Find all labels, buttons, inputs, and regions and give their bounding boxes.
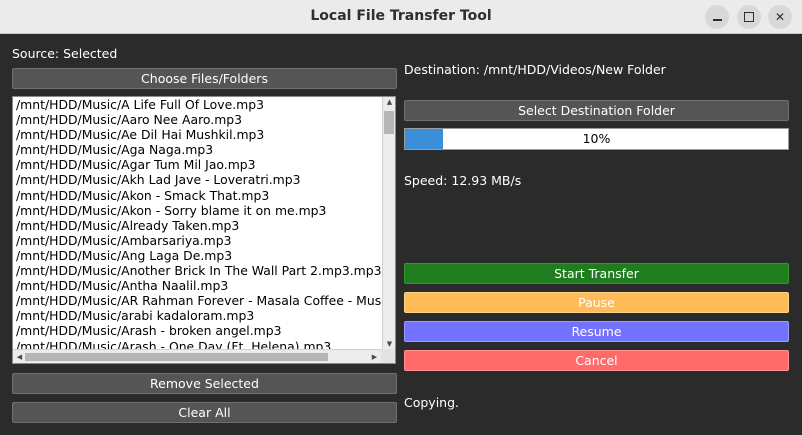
minimize-icon[interactable] bbox=[705, 5, 729, 29]
title-bar: Local File Transfer Tool ✕ bbox=[0, 0, 802, 34]
destination-label: Destination: /mnt/HDD/Videos/New Folder bbox=[404, 62, 666, 77]
close-icon[interactable]: ✕ bbox=[768, 5, 792, 29]
list-item[interactable]: /mnt/HDD/Music/AR Rahman Forever - Masal… bbox=[16, 293, 382, 308]
cancel-button[interactable]: Cancel bbox=[404, 350, 789, 371]
list-item[interactable]: /mnt/HDD/Music/Agar Tum Mil Jao.mp3 bbox=[16, 157, 382, 172]
list-item[interactable]: /mnt/HDD/Music/Already Taken.mp3 bbox=[16, 218, 382, 233]
list-item[interactable]: /mnt/HDD/Music/arabi kadaloram.mp3 bbox=[16, 308, 382, 323]
list-item[interactable]: /mnt/HDD/Music/Akon - Sorry blame it on … bbox=[16, 203, 382, 218]
vertical-scroll-thumb[interactable] bbox=[384, 111, 394, 134]
list-item[interactable]: /mnt/HDD/Music/A Life Full Of Love.mp3 bbox=[16, 97, 382, 112]
source-file-list[interactable]: /mnt/HDD/Music/A Life Full Of Love.mp3/m… bbox=[12, 96, 396, 364]
list-item[interactable]: /mnt/HDD/Music/Akh Lad Jave - Loveratri.… bbox=[16, 172, 382, 187]
list-item[interactable]: /mnt/HDD/Music/Aaro Nee Aaro.mp3 bbox=[16, 112, 382, 127]
scroll-corner bbox=[381, 349, 395, 363]
progress-text: 10% bbox=[582, 131, 611, 146]
list-item[interactable]: /mnt/HDD/Music/Akon - Smack That.mp3 bbox=[16, 188, 382, 203]
list-item[interactable]: /mnt/HDD/Music/Aga Naga.mp3 bbox=[16, 142, 382, 157]
status-text: Copying. bbox=[404, 395, 460, 410]
vertical-scrollbar[interactable]: ▲ ▼ bbox=[382, 97, 395, 349]
maximize-icon[interactable] bbox=[737, 5, 761, 29]
list-item[interactable]: /mnt/HDD/Music/Another Brick In The Wall… bbox=[16, 263, 382, 278]
window-title: Local File Transfer Tool bbox=[310, 8, 492, 24]
list-item[interactable]: /mnt/HDD/Music/Ae Dil Hai Mushkil.mp3 bbox=[16, 127, 382, 142]
progress-bar: 10% bbox=[404, 128, 789, 150]
scroll-down-icon[interactable]: ▼ bbox=[383, 340, 395, 348]
pause-button[interactable]: Pause bbox=[404, 292, 789, 313]
list-item[interactable]: /mnt/HDD/Music/Arash - broken angel.mp3 bbox=[16, 323, 382, 338]
source-status-label: Source: Selected bbox=[12, 46, 118, 61]
list-item[interactable]: /mnt/HDD/Music/Ambarsariya.mp3 bbox=[16, 233, 382, 248]
remove-selected-button[interactable]: Remove Selected bbox=[12, 373, 397, 394]
file-rows: /mnt/HDD/Music/A Life Full Of Love.mp3/m… bbox=[16, 97, 382, 354]
scroll-right-icon[interactable]: ▶ bbox=[368, 353, 381, 361]
scroll-up-icon[interactable]: ▲ bbox=[383, 98, 395, 106]
horizontal-scroll-thumb[interactable] bbox=[25, 353, 328, 361]
speed-label: Speed: 12.93 MB/s bbox=[404, 173, 522, 188]
resume-button[interactable]: Resume bbox=[404, 321, 789, 342]
start-transfer-button[interactable]: Start Transfer bbox=[404, 263, 789, 284]
list-item[interactable]: /mnt/HDD/Music/Antha Naalil.mp3 bbox=[16, 278, 382, 293]
choose-files-button[interactable]: Choose Files/Folders bbox=[12, 68, 397, 89]
select-destination-button[interactable]: Select Destination Folder bbox=[404, 100, 789, 121]
list-item[interactable]: /mnt/HDD/Music/Ang Laga De.mp3 bbox=[16, 248, 382, 263]
clear-all-button[interactable]: Clear All bbox=[12, 402, 397, 423]
horizontal-scrollbar[interactable]: ◀ ▶ bbox=[13, 349, 383, 363]
